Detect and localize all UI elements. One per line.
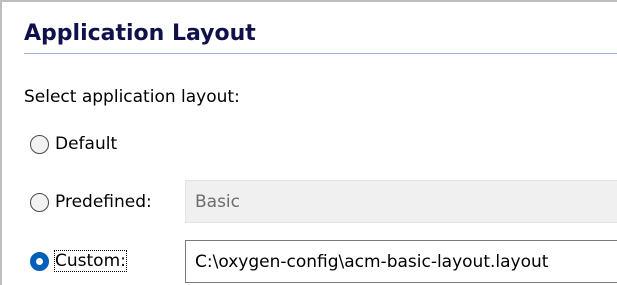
section-title: Application Layout [24,21,256,46]
predefined-label[interactable]: Predefined: [55,192,152,212]
application-layout-panel: Application Layout Select application la… [0,0,617,285]
custom-radio[interactable] [30,252,49,271]
custom-layout-path-input[interactable]: C:\oxygen-config\acm-basic-layout.layout [185,240,617,283]
section-divider [24,53,617,54]
layout-prompt-label: Select application layout: [24,87,240,107]
predefined-radio[interactable] [30,193,49,212]
default-radio[interactable] [30,135,49,154]
predefined-layout-select: Basic [185,180,617,223]
radio-selected-dot [36,258,43,265]
custom-label[interactable]: Custom: [54,250,127,272]
default-label[interactable]: Default [55,134,117,154]
